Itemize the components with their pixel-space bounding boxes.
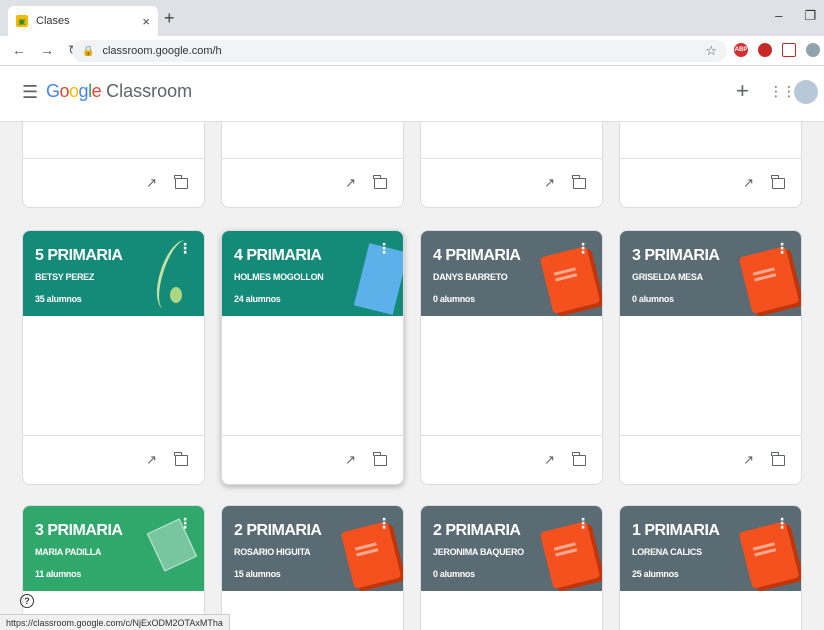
trending-up-icon[interactable]: ↗ (544, 175, 555, 191)
card-header[interactable]: 4 PRIMARIA HOLMES MOGOLLON 24 alumnos ⋮ (222, 231, 403, 316)
card-body (620, 591, 801, 630)
card-body (222, 122, 403, 159)
more-options-icon[interactable]: ⋮ (775, 516, 789, 530)
window-controls: – ❐ (775, 8, 816, 24)
adblock-icon[interactable]: ABP (734, 43, 748, 57)
class-card[interactable]: ↗ (619, 122, 802, 208)
maximize-icon[interactable]: ❐ (804, 8, 816, 24)
create-join-class-button[interactable]: + (736, 78, 749, 104)
forward-icon[interactable]: → (40, 42, 54, 59)
url-text: classroom.google.com/h (102, 45, 222, 57)
class-card[interactable]: 4 PRIMARIA HOLMES MOGOLLON 24 alumnos ⋮ ↗ (221, 230, 404, 485)
hamburger-menu-icon[interactable]: ☰ (22, 82, 38, 103)
nav-buttons: ← → ↻ (12, 42, 80, 59)
trending-up-icon[interactable]: ↗ (743, 452, 754, 468)
tab-title: Clases (36, 15, 70, 27)
classroom-logo[interactable]: Google Classroom (46, 81, 192, 102)
trending-up-icon[interactable]: ↗ (544, 452, 555, 468)
card-body (222, 591, 403, 630)
class-card-grid: ↗ ↗ ↗ ↗ 5 PRIMARIA BETSY PEREZ 35 alumnos ⋮ ↗ 4 P… (0, 122, 824, 630)
back-icon[interactable]: ← (12, 42, 26, 59)
card-body (620, 122, 801, 159)
card-footer: ↗ (222, 159, 403, 207)
card-body (222, 316, 403, 436)
extensions: ABP (734, 43, 820, 57)
folder-icon[interactable] (771, 174, 785, 189)
card-body (23, 122, 204, 159)
new-tab-button[interactable]: + (164, 8, 175, 29)
more-options-icon[interactable]: ⋮ (576, 241, 590, 255)
class-card[interactable]: 3 PRIMARIA MARIA PADILLA 11 alumnos ⋮ (22, 505, 205, 630)
more-options-icon[interactable]: ⋮ (178, 241, 192, 255)
card-header[interactable]: 2 PRIMARIA JERONIMA BAQUERO 0 alumnos ⋮ (421, 506, 602, 591)
card-footer: ↗ (23, 159, 204, 207)
trending-up-icon[interactable]: ↗ (743, 175, 754, 191)
class-card[interactable]: ↗ (22, 122, 205, 208)
more-options-icon[interactable]: ⋮ (576, 516, 590, 530)
card-header[interactable]: 5 PRIMARIA BETSY PEREZ 35 alumnos ⋮ (23, 231, 204, 316)
card-body (421, 316, 602, 436)
card-header[interactable]: 4 PRIMARIA DANYS BARRETO 0 alumnos ⋮ (421, 231, 602, 316)
card-header[interactable]: 1 PRIMARIA LORENA CALICS 25 alumnos ⋮ (620, 506, 801, 591)
extension-icon[interactable] (758, 43, 772, 57)
card-footer: ↗ (620, 436, 801, 484)
more-options-icon[interactable]: ⋮ (377, 516, 391, 530)
trending-up-icon[interactable]: ↗ (345, 452, 356, 468)
more-options-icon[interactable]: ⋮ (377, 241, 391, 255)
card-body (421, 591, 602, 630)
user-avatar[interactable] (794, 80, 818, 104)
browser-tab-bar: ▣ Clases × + – ❐ (0, 0, 824, 36)
classroom-header: ☰ Google Classroom + ⋮⋮⋮ (0, 66, 824, 122)
class-card[interactable]: 5 PRIMARIA BETSY PEREZ 35 alumnos ⋮ ↗ (22, 230, 205, 485)
card-body (421, 122, 602, 159)
profile-extension-icon[interactable] (806, 43, 820, 57)
folder-icon[interactable] (174, 174, 188, 189)
google-wordmark: Google (46, 81, 102, 101)
student-count: 11 alumnos (35, 569, 82, 579)
bookmark-star-icon[interactable]: ☆ (705, 43, 717, 59)
help-icon[interactable]: ? (20, 594, 34, 608)
class-card[interactable]: ↗ (420, 122, 603, 208)
minimize-icon[interactable]: – (775, 8, 782, 24)
card-footer: ↗ (620, 159, 801, 207)
class-card[interactable]: 2 PRIMARIA ROSARIO HIGUITA 15 alumnos ⋮ (221, 505, 404, 630)
trending-up-icon[interactable]: ↗ (345, 175, 356, 191)
class-card[interactable]: 2 PRIMARIA JERONIMA BAQUERO 0 alumnos ⋮ (420, 505, 603, 630)
card-footer: ↗ (421, 436, 602, 484)
folder-icon[interactable] (572, 451, 586, 466)
card-header[interactable]: 3 PRIMARIA GRISELDA MESA 0 alumnos ⋮ (620, 231, 801, 316)
card-footer: ↗ (421, 159, 602, 207)
folder-icon[interactable] (174, 451, 188, 466)
lock-icon: 🔒 (82, 45, 95, 57)
tab-close-icon[interactable]: × (142, 14, 150, 29)
classroom-wordmark: Classroom (106, 81, 193, 101)
browser-tab[interactable]: ▣ Clases × (8, 6, 158, 36)
trending-up-icon[interactable]: ↗ (146, 452, 157, 468)
class-card[interactable]: 4 PRIMARIA DANYS BARRETO 0 alumnos ⋮ ↗ (420, 230, 603, 485)
classroom-favicon-icon: ▣ (16, 15, 28, 27)
trending-up-icon[interactable]: ↗ (146, 175, 157, 191)
class-card[interactable]: 3 PRIMARIA GRISELDA MESA 0 alumnos ⋮ ↗ (619, 230, 802, 485)
folder-icon[interactable] (373, 451, 387, 466)
class-card[interactable]: 1 PRIMARIA LORENA CALICS 25 alumnos ⋮ (619, 505, 802, 630)
folder-icon[interactable] (771, 451, 785, 466)
status-bar-url: https://classroom.google.com/c/NjExODM2O… (0, 614, 230, 630)
card-footer: ↗ (23, 436, 204, 484)
card-body (620, 316, 801, 436)
address-bar[interactable]: 🔒 classroom.google.com/h ☆ (72, 40, 727, 62)
card-footer: ↗ (222, 436, 403, 484)
card-body (23, 316, 204, 436)
class-card[interactable]: ↗ (221, 122, 404, 208)
browser-toolbar: ← → ↻ 🔒 classroom.google.com/h ☆ ABP (0, 36, 824, 66)
more-options-icon[interactable]: ⋮ (775, 241, 789, 255)
more-options-icon[interactable]: ⋮ (178, 516, 192, 530)
card-header[interactable]: 2 PRIMARIA ROSARIO HIGUITA 15 alumnos ⋮ (222, 506, 403, 591)
shield-extension-icon[interactable] (782, 43, 796, 57)
card-header[interactable]: 3 PRIMARIA MARIA PADILLA 11 alumnos ⋮ (23, 506, 204, 591)
folder-icon[interactable] (373, 174, 387, 189)
folder-icon[interactable] (572, 174, 586, 189)
